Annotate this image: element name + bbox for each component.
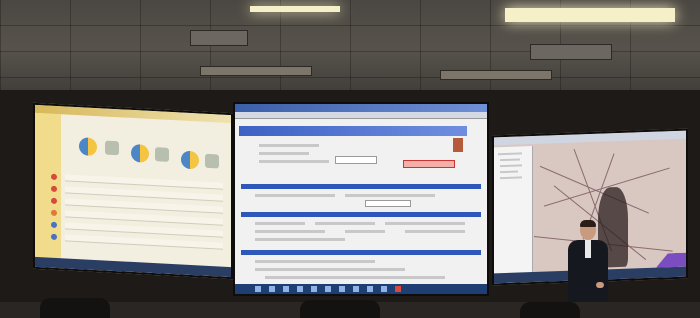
foreground-chair <box>520 302 580 318</box>
form-input <box>403 160 455 168</box>
form-field <box>255 238 345 241</box>
tree-item <box>498 152 522 156</box>
ceiling-vent <box>530 44 612 60</box>
form-field <box>259 152 309 155</box>
presenter-hand <box>596 282 604 288</box>
form-field <box>255 194 335 197</box>
status-dot <box>51 209 57 217</box>
form-field <box>345 230 385 233</box>
taskbar-icon <box>339 286 345 292</box>
pie-chart-icon <box>79 137 97 157</box>
map-region-highlight <box>656 253 686 268</box>
form-field <box>255 260 375 263</box>
map-view <box>533 141 686 272</box>
layer-tree-panel <box>494 145 533 284</box>
toolbar <box>239 126 467 136</box>
window-titlebar <box>235 104 487 112</box>
section-header <box>241 184 481 189</box>
form-field <box>259 160 329 163</box>
foreground-chair <box>300 300 380 318</box>
status-dot <box>51 173 57 181</box>
group-icon <box>155 147 169 162</box>
tree-item <box>500 170 518 174</box>
form-field <box>259 144 319 147</box>
pie-chart-icon <box>131 143 149 163</box>
taskbar-icon <box>325 286 331 292</box>
ceiling-vent <box>190 30 248 46</box>
group-icon <box>105 140 119 156</box>
form-field <box>265 276 445 279</box>
taskbar-icon <box>353 286 359 292</box>
taskbar-icon <box>297 286 303 292</box>
ceiling-vent <box>200 66 312 76</box>
section-header <box>241 212 481 217</box>
tree-item <box>500 176 522 180</box>
tree-item <box>500 158 520 162</box>
form-field <box>255 268 405 271</box>
center-projection-screen <box>233 102 489 296</box>
presentation-room-photo <box>0 0 700 318</box>
menu-bar <box>235 112 487 119</box>
left-sidebar <box>35 112 61 259</box>
ceiling-light <box>250 6 340 12</box>
status-dot <box>51 197 57 205</box>
form-field <box>385 222 465 225</box>
form-field <box>405 230 465 233</box>
presenter-shirt <box>585 240 591 258</box>
section-header <box>241 250 481 255</box>
ceiling-vent <box>440 70 552 80</box>
taskbar-icon <box>381 286 387 292</box>
left-projection-screen <box>33 102 233 280</box>
taskbar-icon <box>269 286 275 292</box>
group-icon <box>205 153 219 169</box>
status-dot <box>51 233 57 241</box>
taskbar-icon <box>367 286 373 292</box>
foreground-chair <box>40 298 110 318</box>
status-dot <box>51 221 57 229</box>
list-row <box>51 233 223 250</box>
form-field <box>315 222 375 225</box>
taskbar-icon <box>395 286 401 292</box>
pie-chart-icon <box>181 150 199 170</box>
form-input <box>365 200 411 207</box>
taskbar-icon <box>311 286 317 292</box>
ceiling-light <box>505 8 675 22</box>
form-input <box>335 156 377 164</box>
status-dot <box>51 185 57 193</box>
taskbar-icon <box>283 286 289 292</box>
photo-thumbnail <box>453 138 463 152</box>
presenter-hair <box>580 220 596 227</box>
taskbar <box>235 284 487 294</box>
taskbar-icon <box>255 286 261 292</box>
tree-item <box>500 164 522 168</box>
form-field <box>255 222 305 225</box>
form-field <box>255 230 325 233</box>
form-field <box>345 194 435 197</box>
ceiling <box>0 0 700 98</box>
